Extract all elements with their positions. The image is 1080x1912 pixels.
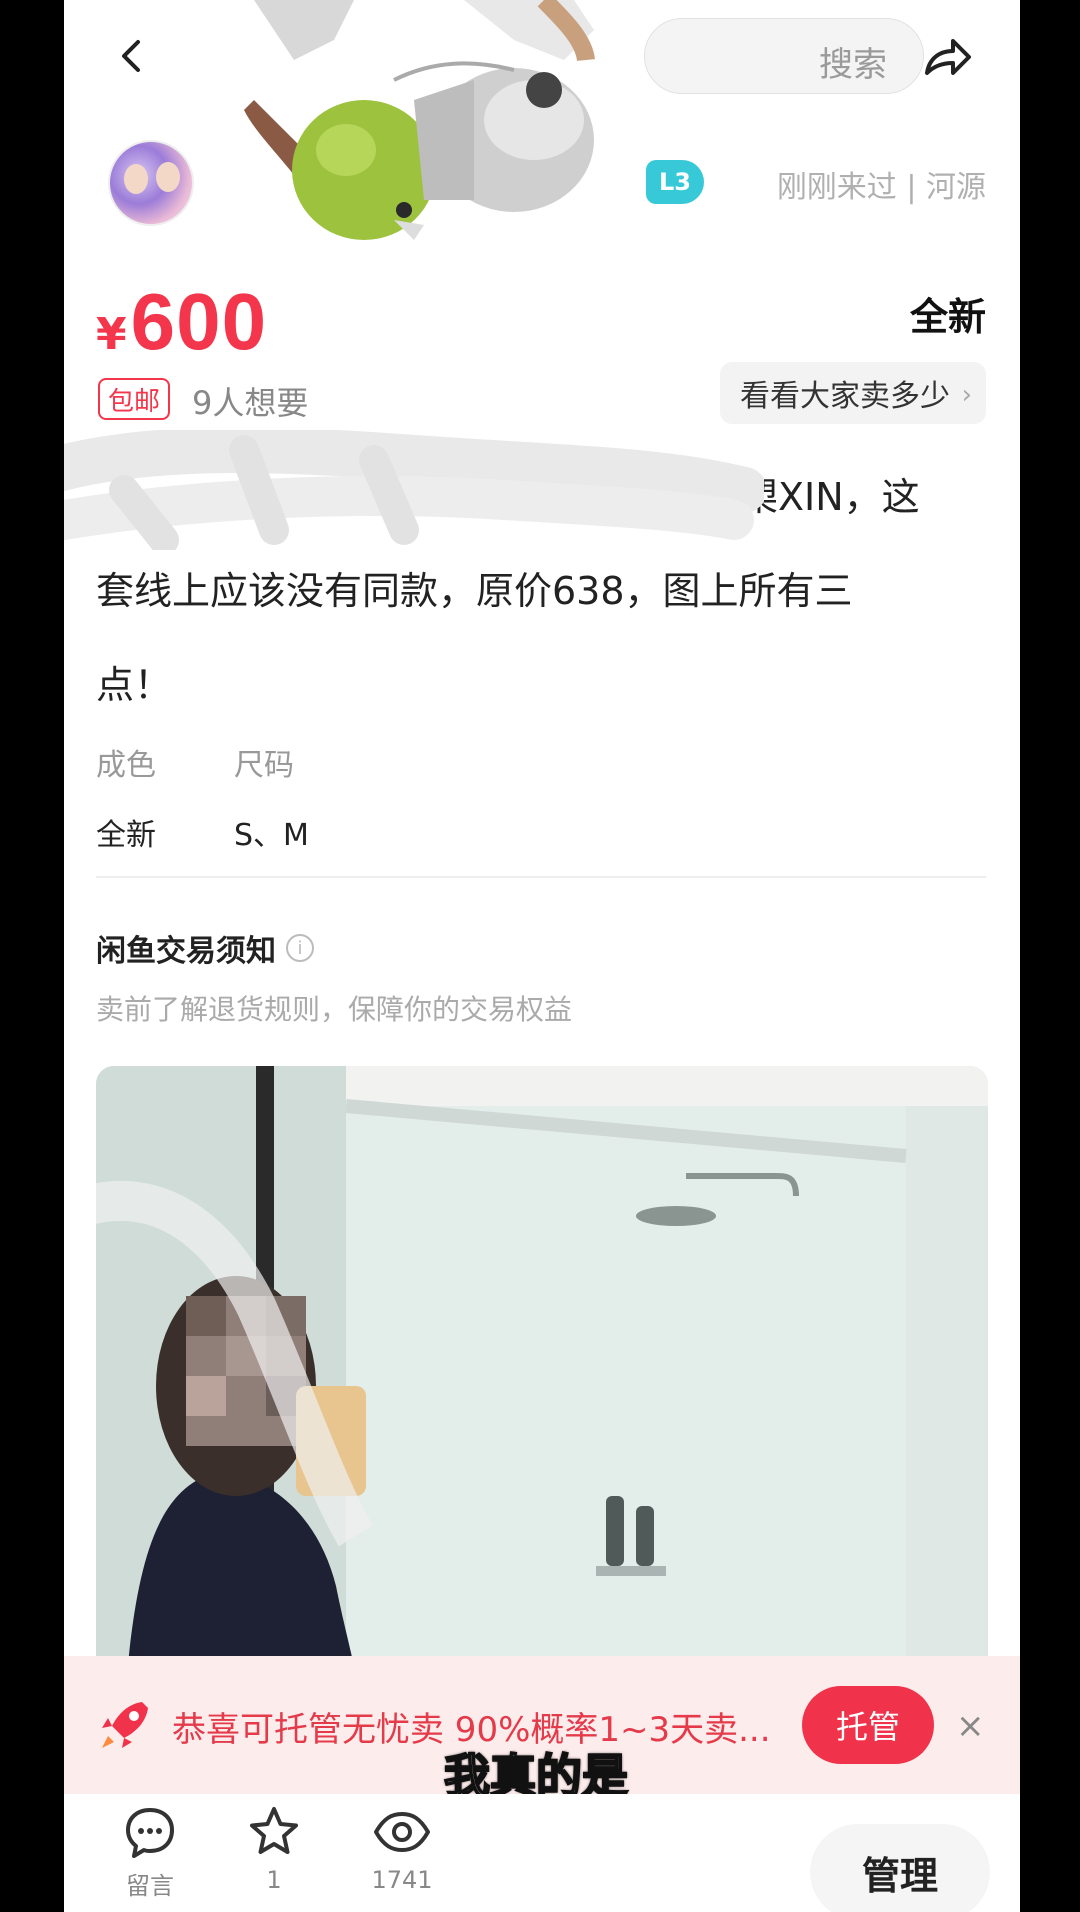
bird-sticker-image	[244, 0, 595, 240]
star-icon	[250, 1807, 298, 1854]
price-reference-button[interactable]: 看看大家卖多少 ›	[720, 362, 986, 424]
seller-avatar[interactable]	[108, 140, 194, 226]
spec-condition: 成色 全新	[96, 740, 156, 854]
price-reference-label: 看看大家卖多少	[740, 379, 950, 414]
view-count: 1741	[371, 1866, 433, 1894]
description-line: 点！	[96, 663, 173, 707]
wants-count: 9人想要	[192, 384, 309, 422]
section-divider	[96, 876, 986, 878]
search-label: 搜索	[819, 45, 887, 85]
price-amount: 600	[130, 277, 268, 366]
redaction-scribble	[64, 430, 764, 550]
spec-label: 成色	[96, 748, 156, 783]
chevron-right-icon: ›	[961, 380, 972, 410]
share-button[interactable]	[912, 22, 982, 92]
price-currency: ¥	[96, 309, 127, 360]
item-detail-page: 搜索 L3 刚刚来过 | 河源 ¥ 600 全新 包邮 9人想要 看看大家卖多少…	[64, 0, 1020, 1912]
info-icon[interactable]: i	[286, 934, 314, 962]
favorite-button[interactable]: 1	[224, 1804, 324, 1894]
screen-edge-left	[0, 0, 64, 1912]
favorite-count: 1	[266, 1866, 282, 1894]
share-icon	[925, 39, 971, 75]
comment-label: 留言	[126, 1872, 174, 1900]
trade-notice-label: 闲鱼交易须知	[96, 934, 276, 969]
screen-edge-right	[1020, 0, 1080, 1912]
comment-bubble-icon	[126, 1808, 174, 1858]
item-photo[interactable]	[96, 1066, 988, 1686]
comment-button[interactable]: 留言	[100, 1804, 200, 1901]
seller-level-badge: L3	[646, 160, 704, 204]
close-icon[interactable]: ×	[956, 1706, 985, 1746]
trade-notice-title[interactable]: 闲鱼交易须知 i	[96, 926, 314, 970]
bottom-action-bar: 留言 1 1741 管理	[64, 1794, 1020, 1912]
free-shipping-tag: 包邮	[98, 378, 171, 420]
item-price: ¥ 600	[96, 276, 267, 368]
manage-button[interactable]: 管理	[810, 1824, 990, 1912]
spec-value: 全新	[96, 818, 156, 853]
spec-label: 尺码	[234, 748, 294, 783]
spec-size: 尺码 S、M	[234, 740, 309, 854]
managed-sale-button[interactable]: 托管	[802, 1686, 934, 1764]
rocket-icon	[102, 1702, 148, 1748]
search-button[interactable]: 搜索	[644, 18, 924, 94]
seller-last-seen-location: 刚刚来过 | 河源	[776, 170, 986, 205]
condition-badge: 全新	[907, 286, 989, 341]
views-indicator: 1741	[352, 1804, 452, 1894]
eye-icon	[374, 1812, 430, 1852]
spec-value: S、M	[234, 818, 309, 853]
back-button[interactable]	[104, 28, 160, 84]
condition-badge-label: 全新	[909, 295, 986, 339]
chevron-left-icon	[122, 40, 140, 72]
bathroom-photo-image	[96, 1066, 988, 1686]
description-line: 套线上应该没有同款，原价638，图上所有三	[96, 569, 853, 613]
trade-notice-subtitle: 卖前了解退货规则，保障你的交易权益	[96, 993, 573, 1026]
